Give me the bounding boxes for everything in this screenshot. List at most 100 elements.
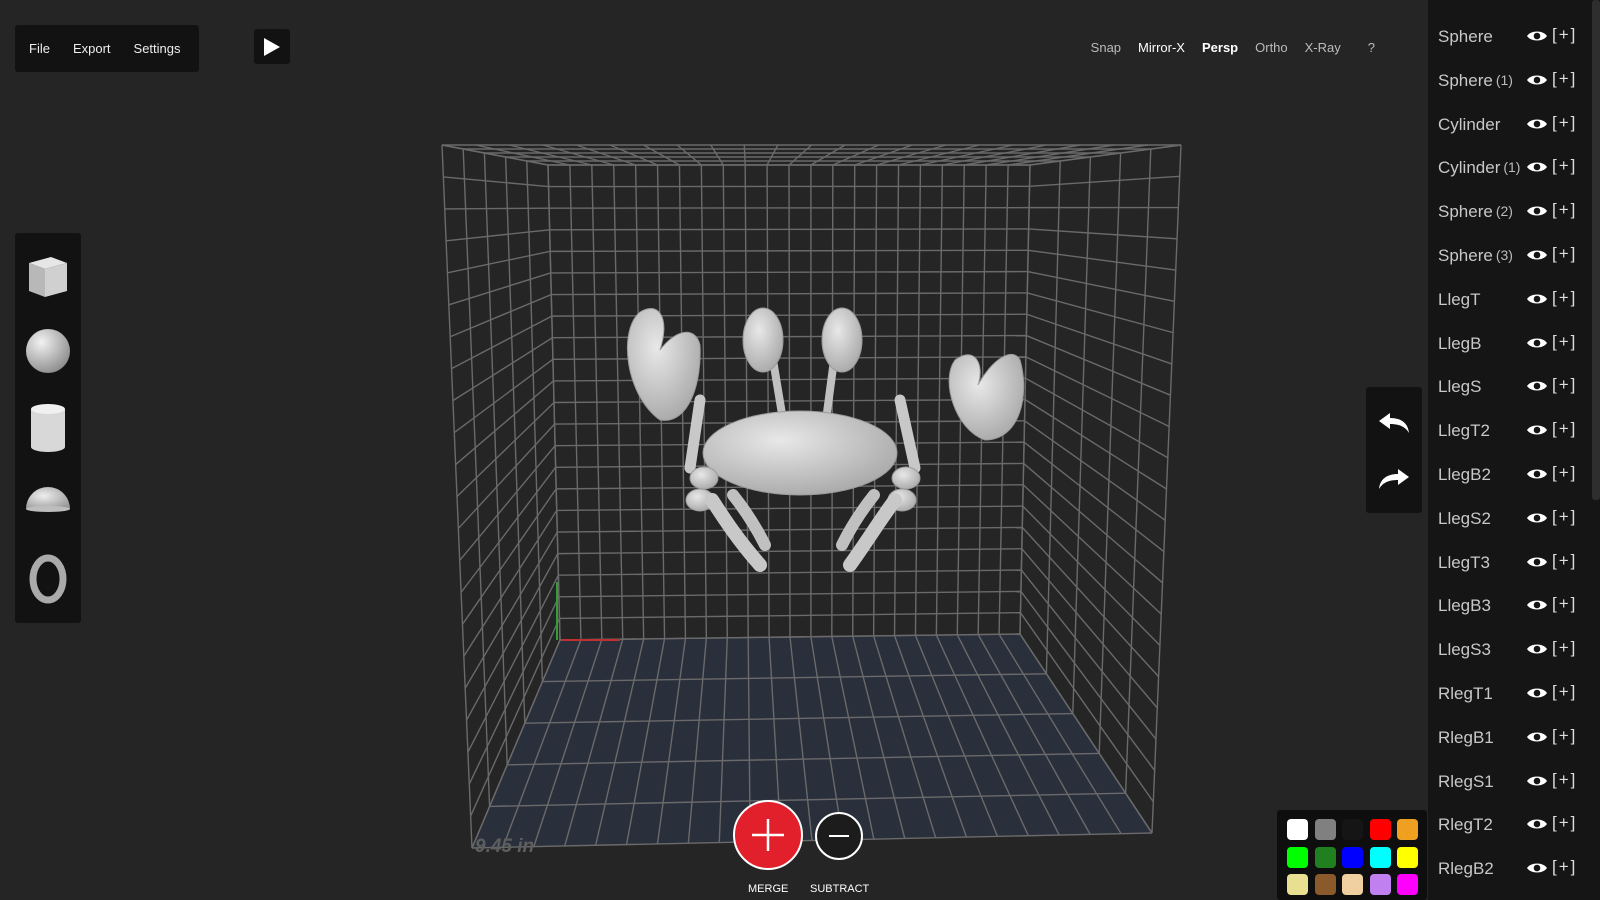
snap-toggle[interactable]: Snap xyxy=(1091,40,1121,55)
eye-icon[interactable] xyxy=(1526,642,1548,656)
object-add-button[interactable]: [+] xyxy=(1552,594,1577,614)
object-row[interactable]: LlegS2 [+] xyxy=(1428,495,1592,539)
eye-icon[interactable] xyxy=(1526,686,1548,700)
color-swatch[interactable] xyxy=(1369,846,1391,868)
eye-icon[interactable] xyxy=(1526,817,1548,831)
eye-icon[interactable] xyxy=(1526,861,1548,875)
merge-button[interactable] xyxy=(733,800,803,870)
object-add-button[interactable]: [+] xyxy=(1552,551,1577,571)
add-hemisphere-button[interactable] xyxy=(23,475,73,531)
subtract-button[interactable] xyxy=(815,812,863,860)
object-row[interactable]: RlegT1 [+] xyxy=(1428,670,1592,714)
object-row[interactable]: LlegT2 [+] xyxy=(1428,407,1592,451)
object-add-button[interactable]: [+] xyxy=(1552,25,1577,45)
object-add-button[interactable]: [+] xyxy=(1552,332,1577,352)
eye-icon[interactable] xyxy=(1526,117,1548,131)
object-row[interactable]: Sphere [+] xyxy=(1428,13,1592,57)
menu-export[interactable]: Export xyxy=(73,41,111,56)
object-row[interactable]: Cylinder [+] xyxy=(1428,101,1592,145)
object-add-button[interactable]: [+] xyxy=(1552,726,1577,746)
color-swatch[interactable] xyxy=(1397,874,1418,895)
color-swatch[interactable] xyxy=(1342,846,1363,868)
object-row[interactable]: RlegT2 [+] xyxy=(1428,801,1592,845)
eye-icon[interactable] xyxy=(1526,336,1548,350)
add-torus-button[interactable] xyxy=(23,551,73,607)
play-button[interactable] xyxy=(254,29,290,64)
eye-icon[interactable] xyxy=(1526,774,1548,788)
eye-icon[interactable] xyxy=(1526,467,1548,481)
eye-icon[interactable] xyxy=(1526,511,1548,525)
object-row[interactable]: LlegS3 [+] xyxy=(1428,626,1592,670)
color-swatch[interactable] xyxy=(1342,874,1363,895)
eye-icon[interactable] xyxy=(1526,379,1548,393)
menu-settings[interactable]: Settings xyxy=(134,41,181,56)
object-row[interactable]: LlegB [+] xyxy=(1428,320,1592,364)
object-add-button[interactable]: [+] xyxy=(1552,244,1577,264)
object-add-button[interactable]: [+] xyxy=(1552,507,1577,527)
eye-icon[interactable] xyxy=(1526,204,1548,218)
color-swatch[interactable] xyxy=(1397,846,1418,868)
object-row[interactable]: LlegT3 [+] xyxy=(1428,539,1592,583)
object-add-button[interactable]: [+] xyxy=(1552,857,1577,877)
object-add-button[interactable]: [+] xyxy=(1552,375,1577,395)
color-swatch[interactable] xyxy=(1314,846,1336,868)
eye-icon[interactable] xyxy=(1526,730,1548,744)
add-sphere-button[interactable] xyxy=(23,323,73,379)
object-name: LlegT2 xyxy=(1438,421,1490,441)
color-swatch[interactable] xyxy=(1369,874,1391,895)
eye-icon[interactable] xyxy=(1526,598,1548,612)
color-swatch[interactable] xyxy=(1342,819,1363,840)
color-palette xyxy=(1277,810,1427,900)
object-row[interactable]: LlegB2 [+] xyxy=(1428,451,1592,495)
object-add-button[interactable]: [+] xyxy=(1552,288,1577,308)
color-swatch[interactable] xyxy=(1397,819,1418,840)
object-add-button[interactable]: [+] xyxy=(1552,682,1577,702)
menu-file[interactable]: File xyxy=(29,41,50,56)
ortho-toggle[interactable]: Ortho xyxy=(1255,40,1288,55)
object-row[interactable]: Sphere (2) [+] xyxy=(1428,188,1592,232)
color-swatch[interactable] xyxy=(1314,819,1336,840)
object-add-button[interactable]: [+] xyxy=(1552,770,1577,790)
color-swatch[interactable] xyxy=(1314,874,1336,895)
eye-icon[interactable] xyxy=(1526,160,1548,174)
eye-icon[interactable] xyxy=(1526,29,1548,43)
object-add-button[interactable]: [+] xyxy=(1552,156,1577,176)
object-row[interactable]: LlegS [+] xyxy=(1428,363,1592,407)
persp-toggle[interactable]: Persp xyxy=(1202,40,1238,55)
object-row[interactable]: Cylinder (1) [+] xyxy=(1428,144,1592,188)
help-button[interactable]: ? xyxy=(1368,40,1375,55)
object-row[interactable]: LlegT [+] xyxy=(1428,276,1592,320)
eye-icon[interactable] xyxy=(1526,555,1548,569)
undo-button[interactable] xyxy=(1372,401,1416,445)
object-add-button[interactable]: [+] xyxy=(1552,200,1577,220)
object-add-button[interactable]: [+] xyxy=(1552,813,1577,833)
color-swatch[interactable] xyxy=(1369,819,1391,840)
object-row[interactable]: RlegB2 [+] xyxy=(1428,845,1592,889)
object-row[interactable]: LlegB3 [+] xyxy=(1428,582,1592,626)
object-row[interactable]: Sphere (1) [+] xyxy=(1428,57,1592,101)
add-cylinder-button[interactable] xyxy=(23,399,73,455)
add-cube-button[interactable] xyxy=(23,247,73,303)
color-swatch[interactable] xyxy=(1287,874,1308,895)
eye-icon[interactable] xyxy=(1526,423,1548,437)
object-list-scrollbar[interactable] xyxy=(1592,0,1600,500)
object-row[interactable]: RlegB1 [+] xyxy=(1428,714,1592,758)
object-add-button[interactable]: [+] xyxy=(1552,638,1577,658)
crab-model[interactable] xyxy=(627,307,1025,572)
object-add-button[interactable]: [+] xyxy=(1552,113,1577,133)
redo-button[interactable] xyxy=(1372,457,1416,501)
object-add-button[interactable]: [+] xyxy=(1552,419,1577,439)
object-add-button[interactable]: [+] xyxy=(1552,463,1577,483)
mirror-x-toggle[interactable]: Mirror-X xyxy=(1138,40,1185,55)
object-add-button[interactable]: [+] xyxy=(1552,69,1577,89)
main-menu: File Export Settings xyxy=(15,25,199,72)
xray-toggle[interactable]: X-Ray xyxy=(1305,40,1341,55)
viewport-3d[interactable]: 9.45 in xyxy=(0,0,1430,900)
eye-icon[interactable] xyxy=(1526,73,1548,87)
eye-icon[interactable] xyxy=(1526,248,1548,262)
color-swatch[interactable] xyxy=(1287,819,1308,840)
eye-icon[interactable] xyxy=(1526,292,1548,306)
object-row[interactable]: RlegS1 [+] xyxy=(1428,758,1592,802)
color-swatch[interactable] xyxy=(1287,846,1308,868)
object-row[interactable]: Sphere (3) [+] xyxy=(1428,232,1592,276)
